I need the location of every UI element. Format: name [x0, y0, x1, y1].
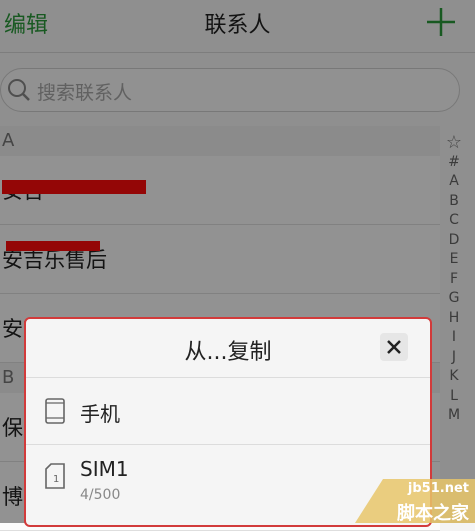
- svg-text:1: 1: [53, 474, 59, 485]
- dialog-header: 从...复制: [26, 319, 430, 378]
- sim-card-icon: 1: [44, 463, 66, 493]
- option-label: 手机: [80, 402, 120, 426]
- watermark: jb51.net 脚本之家: [355, 479, 475, 524]
- phone-icon: [44, 398, 66, 428]
- dialog-title: 从...复制: [184, 340, 272, 365]
- close-icon: [387, 340, 401, 354]
- watermark-url: jb51.net: [407, 481, 469, 496]
- contacts-page: 编辑 联系人 搜索联系人 A 安吉 安吉乐售后 安吉钧业之家: [0, 0, 475, 531]
- close-button[interactable]: [380, 333, 408, 361]
- copy-from-phone-option[interactable]: 手机: [26, 378, 430, 445]
- option-label: SIM1: [80, 457, 129, 481]
- sim-capacity: 4/500: [80, 487, 121, 503]
- watermark-brand: 脚本之家: [397, 503, 469, 524]
